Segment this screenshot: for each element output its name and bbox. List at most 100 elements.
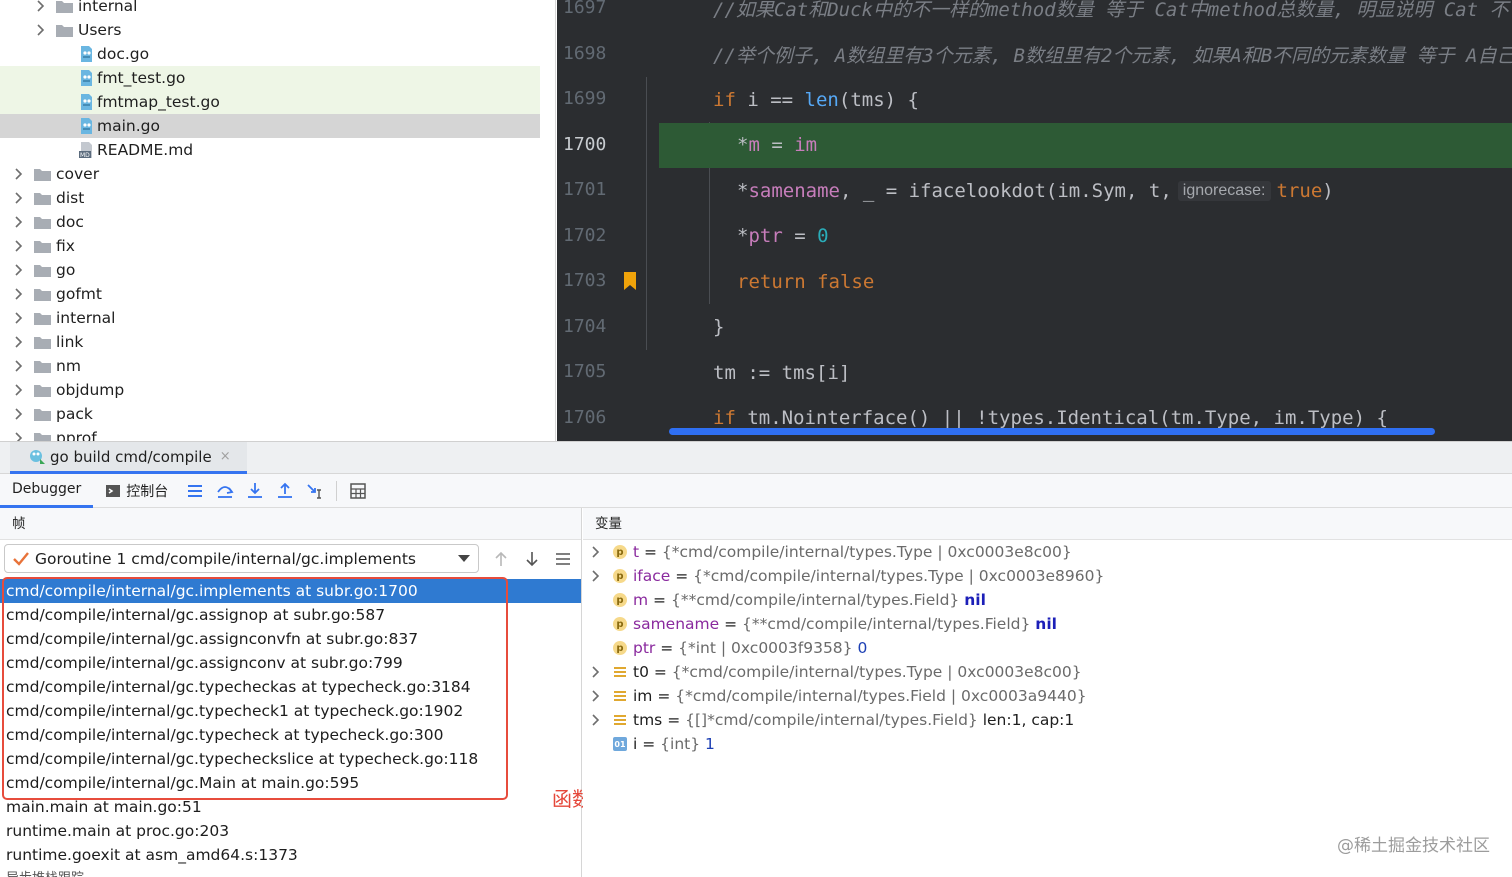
tree-item[interactable]: pack (0, 402, 540, 426)
chevron-right-icon[interactable] (583, 666, 607, 678)
tree-item[interactable]: go (0, 258, 540, 282)
tree-item[interactable]: MD README.md (0, 138, 540, 162)
variable-row[interactable]: pt = {*cmd/compile/internal/types.Type |… (583, 540, 1512, 564)
tree-item[interactable]: gofmt (0, 282, 540, 306)
tree-item[interactable]: objdump (0, 378, 540, 402)
bookmark-icon[interactable] (624, 272, 636, 290)
tree-item[interactable]: pprof (0, 426, 540, 441)
chevron-right-icon[interactable] (34, 24, 46, 36)
code-line[interactable]: * ptr = 0 (645, 214, 1512, 259)
horizontal-scrollbar[interactable] (669, 428, 1435, 435)
step-out-icon[interactable] (274, 480, 296, 502)
equals-sign: = (670, 567, 694, 585)
chevron-right-icon[interactable] (12, 384, 24, 396)
show-frames-icon[interactable] (184, 480, 206, 502)
execution-point-line[interactable]: * m = im (659, 122, 1512, 168)
chevron-right-icon[interactable] (583, 690, 607, 702)
code-line[interactable]: //如果Cat和Duck中的不一样的method数量 等于 Cat中method… (645, 0, 1512, 31)
run-tab-strip: go build cmd/compile × (0, 441, 1512, 474)
code-token: if (713, 407, 748, 429)
chevron-right-icon[interactable] (12, 312, 24, 324)
chevron-right-icon[interactable] (12, 336, 24, 348)
code-line[interactable]: return false (645, 259, 1512, 304)
evaluate-expression-icon[interactable] (347, 480, 369, 502)
variable-row[interactable]: tms = {[]*cmd/compile/internal/types.Fie… (583, 708, 1512, 732)
folder-icon (34, 432, 51, 441)
tab-debugger-label: Debugger (12, 481, 82, 497)
step-over-icon[interactable] (214, 480, 236, 502)
step-into-icon[interactable] (244, 480, 266, 502)
toolbar-separator (336, 480, 338, 501)
tree-item[interactable]: fmt_test.go (0, 66, 540, 90)
variable-row[interactable]: pm = {**cmd/compile/internal/types.Field… (583, 588, 1512, 612)
variable-type: {*cmd/compile/internal/types.Field | 0xc… (675, 687, 1087, 705)
folder-icon (34, 216, 51, 229)
stack-frame[interactable]: runtime.goexit at asm_amd64.s:1373 (0, 843, 581, 867)
tree-item-label: doc.go (97, 45, 150, 63)
chevron-right-icon[interactable] (12, 168, 24, 180)
folder-icon (34, 360, 51, 373)
variable-row[interactable]: p ptr = {*int | 0xc0003f9358} 0 (583, 636, 1512, 660)
tree-item[interactable]: doc (0, 210, 540, 234)
variable-row[interactable]: p samename = {**cmd/compile/internal/type… (583, 612, 1512, 636)
code-line[interactable]: } (645, 305, 1512, 350)
variable-value: 0 (857, 639, 868, 657)
tree-item[interactable]: fix (0, 234, 540, 258)
run-to-cursor-icon[interactable] (304, 480, 326, 502)
code-line[interactable]: //举个例子, A数组里有3个元素, B数组里有2个元素, 如果A和B不同的元素… (645, 32, 1512, 77)
stack-frame[interactable]: runtime.main at proc.go:203 (0, 819, 581, 843)
code-token: tms (781, 361, 816, 384)
tree-item[interactable]: cover (0, 162, 540, 186)
chevron-right-icon[interactable] (12, 360, 24, 372)
chevron-right-icon[interactable] (583, 714, 607, 726)
tree-item[interactable]: main.go (0, 114, 540, 138)
code-line[interactable]: if i == len(tms) { (645, 77, 1512, 122)
run-config-tab[interactable]: go build cmd/compile × (10, 442, 247, 474)
tree-item-label: Users (78, 21, 122, 39)
tree-item-label: cover (56, 165, 100, 183)
chevron-right-icon[interactable] (34, 0, 46, 12)
frame-options-icon[interactable] (552, 548, 574, 570)
variable-row[interactable]: t0 = {*cmd/compile/internal/types.Type |… (583, 660, 1512, 684)
variable-row[interactable]: 01 i = {int} 1 (583, 732, 1512, 756)
tree-item[interactable]: fmtmap_test.go (0, 90, 540, 114)
variable-row[interactable]: p iface = {*cmd/compile/internal/types.Ty… (583, 564, 1512, 588)
tree-item[interactable]: dist (0, 186, 540, 210)
go-file-icon (81, 118, 92, 134)
tab-console[interactable]: 控制台 (93, 474, 180, 508)
close-tab-icon[interactable]: × (220, 449, 231, 464)
chevron-right-icon[interactable] (12, 288, 24, 300)
tree-item[interactable]: internal (0, 306, 540, 330)
code-token: samename (748, 179, 840, 202)
chevron-right-icon[interactable] (12, 240, 24, 252)
tree-item[interactable]: nm (0, 354, 540, 378)
line-number-gutter: 1697 1698 1699 1700 1701 1702 1703 1704 1705 1706 (557, 0, 645, 441)
line-number: 1702 (563, 224, 607, 246)
async-stack-trace-label: 异步堆栈跟踪 (0, 867, 581, 877)
chevron-right-icon[interactable] (12, 216, 24, 228)
chevron-right-icon[interactable] (12, 432, 24, 441)
tree-item[interactable]: link (0, 330, 540, 354)
previous-frame-icon[interactable] (490, 548, 512, 570)
tab-debugger[interactable]: Debugger (0, 474, 94, 508)
line-number: 1703 (563, 270, 607, 291)
goroutine-row: Goroutine 1 cmd/compile/internal/gc.impl… (0, 544, 581, 574)
tree-item[interactable]: doc.go (0, 42, 540, 66)
next-frame-icon[interactable] (521, 548, 543, 570)
chevron-right-icon[interactable] (12, 192, 24, 204)
variable-value: nil (1035, 615, 1057, 633)
tree-item[interactable]: Users (0, 18, 540, 42)
tree-item[interactable]: internal (0, 0, 540, 18)
code-line[interactable]: * samename, _ = ifacelookdot(im.Sym, t, ig… (645, 168, 1512, 213)
code-editor[interactable]: 1697 1698 1699 1700 1701 1702 1703 1704 1705 1706… (557, 0, 1512, 441)
variable-row[interactable]: im = {*cmd/compile/internal/types.Field … (583, 684, 1512, 708)
chevron-right-icon[interactable] (12, 264, 24, 276)
chevron-right-icon[interactable] (12, 408, 24, 420)
chevron-right-icon[interactable] (583, 570, 607, 582)
code-line[interactable]: tm := tms[i] (645, 350, 1512, 395)
goroutine-select[interactable]: Goroutine 1 cmd/compile/internal/gc.impl… (4, 544, 479, 573)
code-token: ifacelookdot (908, 179, 1046, 202)
chevron-right-icon[interactable] (583, 546, 607, 558)
